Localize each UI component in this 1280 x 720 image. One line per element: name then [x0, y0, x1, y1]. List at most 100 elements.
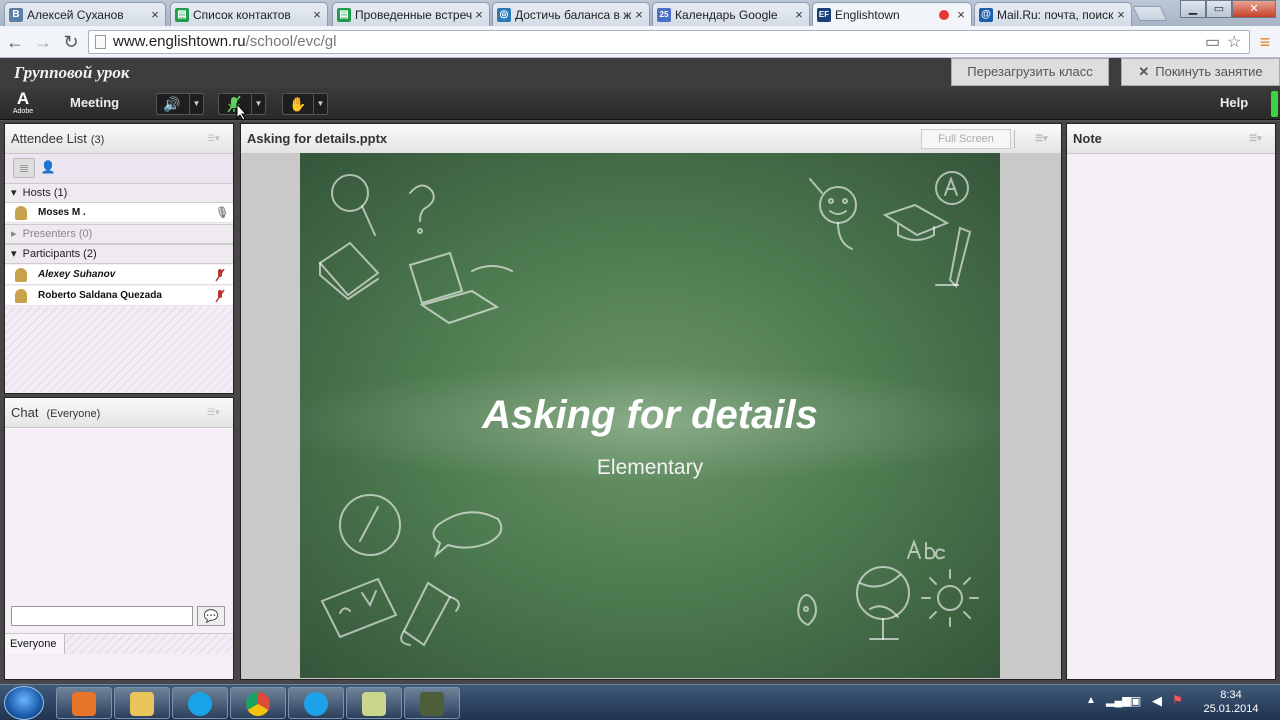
tab-label: Список контактов [193, 7, 291, 22]
forward-icon[interactable]: → [32, 31, 54, 53]
chevron-down-icon[interactable]: ▼ [189, 94, 203, 114]
status-control[interactable]: ✋ ▼ [282, 93, 328, 115]
close-tab-icon[interactable]: × [473, 7, 485, 22]
show-hidden-icons-icon[interactable]: ▲ [1086, 695, 1096, 706]
reload-icon[interactable]: ↻ [60, 31, 82, 53]
skype-icon [188, 692, 212, 716]
mouse-cursor-icon [236, 103, 248, 121]
attendee-row-host[interactable]: Moses M . 🎙 [5, 203, 233, 223]
close-tab-icon[interactable]: × [633, 7, 645, 22]
hosts-section[interactable]: ▾ Hosts (1) [5, 183, 233, 203]
roles-view-icon[interactable]: 👤 [37, 158, 59, 178]
volume-icon[interactable]: ◀ [1152, 693, 1162, 709]
note-pod: Note ☰▾ [1066, 123, 1276, 680]
taskbar-app[interactable] [114, 687, 170, 719]
chevron-down-icon[interactable]: ▼ [251, 94, 265, 114]
pod-options-icon[interactable]: ☰▾ [1035, 133, 1051, 143]
close-tab-icon[interactable]: × [311, 7, 323, 22]
camera-blocked-icon[interactable]: ▭ [1205, 32, 1220, 54]
scroll-icon [400, 581, 460, 647]
windows-start-button[interactable] [4, 686, 44, 720]
full-screen-button[interactable]: Full Screen [921, 129, 1011, 149]
attendee-row-participant[interactable]: Roberto Saldana Quezada [5, 286, 233, 306]
bookmark-star-icon[interactable]: ☆ [1227, 32, 1241, 54]
slide-title: Asking for details [482, 393, 818, 437]
taskbar-app[interactable] [288, 687, 344, 719]
chat-scope: (Everyone) [46, 408, 101, 420]
chat-tab-everyone[interactable]: Everyone [5, 634, 65, 654]
taskbar-app[interactable] [56, 687, 112, 719]
leave-lesson-button[interactable]: ✕ Покинуть занятие [1121, 58, 1280, 86]
attendee-row-participant[interactable]: Alexey Suhanov [5, 265, 233, 285]
close-window-button[interactable]: ✕ [1232, 0, 1276, 18]
reload-class-button[interactable]: Перезагрузить класс [951, 58, 1109, 86]
participants-section[interactable]: ▾ Participants (2) [5, 244, 233, 264]
close-tab-icon[interactable]: × [955, 7, 967, 22]
taskbar-app[interactable] [346, 687, 402, 719]
recording-icon [939, 9, 949, 20]
browser-tab[interactable]: ▤ Проведенные встреч × [332, 2, 490, 26]
taskbar-app[interactable] [404, 687, 460, 719]
back-icon[interactable]: ← [4, 31, 26, 53]
magnifier-icon [331, 174, 376, 236]
bug-icon [797, 594, 817, 627]
browser-tab[interactable]: ◎ Достичь баланса в ж × [492, 2, 650, 26]
attendee-list-pod: Attendee List (3) ☰▾ ≣ 👤 ▾ Hosts (1) Mose… [4, 123, 234, 394]
user-icon [15, 289, 27, 303]
pod-options-icon[interactable]: ☰▾ [207, 407, 223, 417]
speaker-icon[interactable]: 🔊 [157, 94, 187, 114]
address-bar[interactable]: www.englishtown.ru/school/evc/gl ▭ ☆ [88, 30, 1250, 54]
raise-hand-icon[interactable]: ✋ [283, 94, 313, 114]
browser-toolbar: ← → ↻ www.englishtown.ru/school/evc/gl ▭… [0, 26, 1280, 58]
browser-tab-active[interactable]: EF Englishtown × [812, 2, 972, 26]
pod-header: Chat (Everyone) ☰▾ [5, 398, 233, 428]
chat-messages[interactable] [5, 429, 233, 600]
send-message-icon[interactable]: 💬 [197, 606, 225, 626]
action-center-icon[interactable]: ⚑ [1172, 693, 1183, 707]
tab-label: Englishtown [835, 7, 900, 22]
abc-text-icon [907, 539, 945, 560]
pod-title: Asking for details.pptx [247, 131, 388, 146]
sheets-icon: ▤ [175, 7, 189, 22]
note-content[interactable] [1067, 155, 1275, 679]
calendar-icon: 25 [657, 7, 671, 22]
close-tab-icon[interactable]: × [793, 7, 805, 22]
list-view-icon[interactable]: ≣ [13, 158, 35, 178]
attendee-count: (3) [90, 134, 105, 146]
power-icon[interactable]: ▣ [1130, 694, 1141, 708]
question-mark-icon [409, 184, 435, 234]
clock-time: 8:34 [1220, 689, 1242, 701]
taskbar-app[interactable] [230, 687, 286, 719]
browser-tab[interactable]: ▤ Список контактов × [170, 2, 328, 26]
close-tab-icon[interactable]: × [149, 7, 161, 22]
chat-input[interactable] [11, 606, 193, 626]
maximize-window-button[interactable]: ▭ [1206, 0, 1232, 18]
page-icon [95, 35, 106, 49]
new-tab-button[interactable] [1132, 6, 1168, 21]
pod-options-icon[interactable]: ☰▾ [1249, 133, 1265, 143]
browser-tab[interactable]: @ Mail.Ru: почта, поиск × [974, 2, 1132, 26]
laptop-icon [408, 251, 513, 325]
pod-title: Attendee List [11, 131, 87, 146]
meeting-menu[interactable]: Meeting [70, 95, 119, 110]
system-clock[interactable]: 8:34 25.01.2014 [1196, 688, 1266, 716]
taskbar-app[interactable] [172, 687, 228, 719]
menu-icon[interactable]: ≡ [1254, 31, 1276, 53]
hosts-label: Hosts (1) [22, 187, 68, 199]
network-signal-icon[interactable]: ▂▄▆ [1106, 694, 1131, 707]
ef-icon: EF [817, 7, 831, 22]
class-header: Групповой урок Перезагрузить класс ✕ Поки… [0, 58, 1280, 88]
site-icon: ◎ [497, 7, 511, 22]
browser-tab[interactable]: 25 Календарь Google × [652, 2, 810, 26]
chevron-down-icon[interactable]: ▼ [313, 94, 327, 114]
vk-icon: В [9, 7, 23, 22]
minimize-window-button[interactable]: ▁ [1180, 0, 1206, 18]
media-player-icon [72, 692, 96, 716]
browser-tab[interactable]: В Алексей Суханов × [4, 2, 166, 26]
presenters-section[interactable]: ▸ Presenters (0) [5, 224, 233, 244]
divider [1014, 130, 1015, 148]
speaker-control[interactable]: 🔊 ▼ [156, 93, 204, 115]
close-tab-icon[interactable]: × [1115, 7, 1127, 22]
help-menu[interactable]: Help [1220, 95, 1248, 110]
pod-options-icon[interactable]: ☰▾ [207, 133, 223, 143]
